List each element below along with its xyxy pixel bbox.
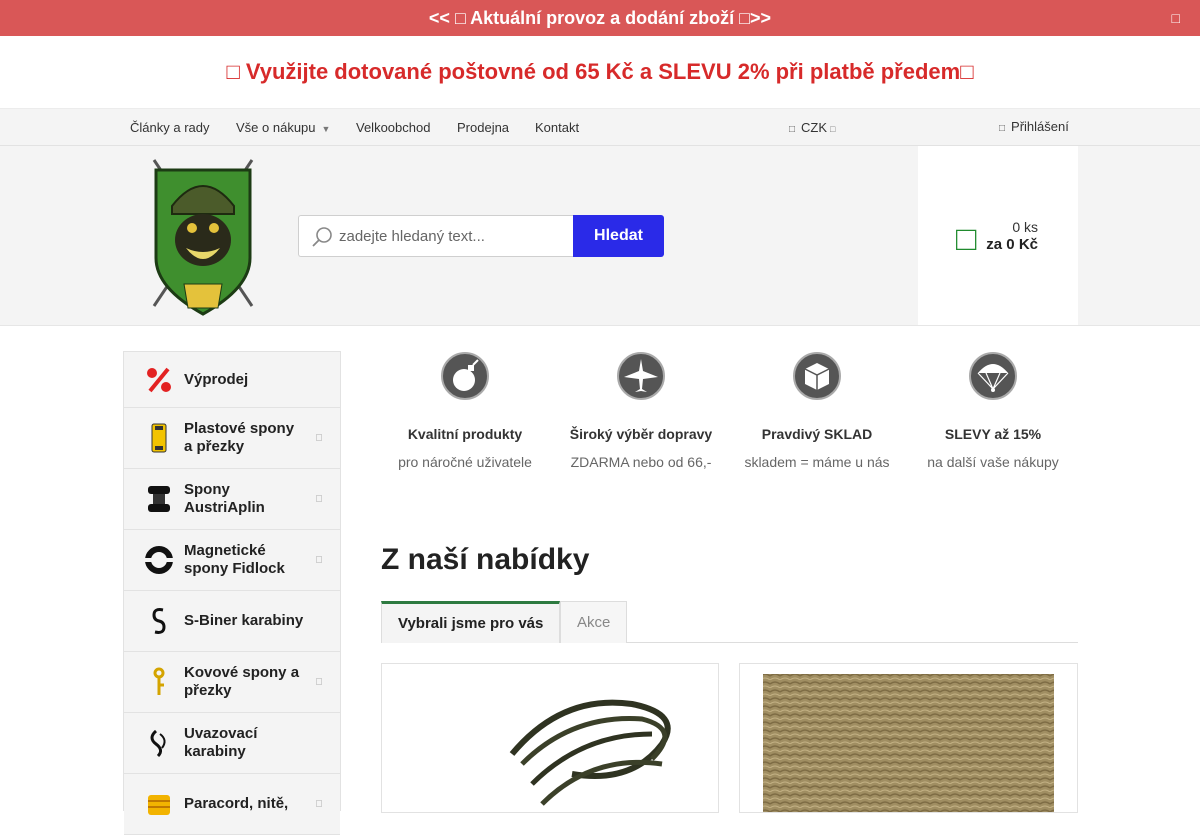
announcement-bar[interactable]: << □ Aktuální provoz a dodání zboží □>> … [0,0,1200,36]
nav-item-contact[interactable]: Kontakt [535,120,579,135]
austrialpin-buckle-icon [144,484,174,514]
benefit-subtitle: skladem = máme u nás [744,454,890,470]
nav-item-articles[interactable]: Články a rady [130,120,209,135]
category-label: Paracord, nitě, [184,795,289,812]
bomb-icon [441,352,489,400]
benefit-quality: Kvalitní produkty pro náročné uživatele [377,351,553,470]
gorilla-logo[interactable] [148,158,258,316]
top-navigation: Články a rady Vše o nákupu ▼ Velkoobchod … [0,108,1200,146]
promo-banner: □ Využijte dotované poštovné od 65 Kč a … [0,36,1200,108]
category-paracord[interactable]: Paracord, nitě, □ [124,774,340,835]
category-metal-buckles[interactable]: Kovové spony a přezky □ [124,652,340,713]
login-link[interactable]: □ Přihlášení [999,119,1069,134]
search-button[interactable]: Hledat [573,215,664,257]
benefits-row: Kvalitní produkty pro náročné uživatele … [381,351,1078,471]
offer-tabs: Vybrali jsme pro vás Akce [381,601,1078,643]
cart-count: 0 ks [1012,219,1038,235]
category-sale[interactable]: Výprodej [124,352,340,408]
search-box [298,215,574,257]
cart-total: za 0 Kč [986,236,1038,253]
metal-buckle-icon [144,667,174,697]
nav-label: Velkoobchod [356,120,431,135]
section-title: Z naší nabídky [381,543,590,576]
user-icon: □ [999,123,1006,134]
buckle-icon [144,423,174,453]
category-fidlock[interactable]: Magnetické spony Fidlock □ [124,530,340,591]
box-icon [793,352,841,400]
category-label: Kovové spony a přezky [184,664,300,699]
product-image-paracord-coil[interactable] [382,664,719,813]
nav-item-wholesale[interactable]: Velkoobchod [356,120,430,135]
chevron-right-icon: □ [315,798,322,810]
login-label: Přihlášení [1011,119,1069,134]
product-card[interactable] [381,663,719,813]
category-label: S-Biner karabiny [184,612,304,629]
announcement-text[interactable]: << □ Aktuální provoz a dodání zboží □>> [429,8,771,29]
chevron-right-icon: □ [315,554,322,566]
nav-item-shopping-info[interactable]: Vše o nákupu ▼ [236,120,330,135]
search-input[interactable] [339,216,571,256]
s-biner-icon [144,606,174,636]
category-austrialpin[interactable]: Spony AustriAplin □ [124,469,340,530]
benefit-subtitle: pro náročné uživatele [398,454,532,470]
chevron-down-icon: □ [830,124,836,134]
paracord-icon [144,789,174,819]
nav-label: Články a rady [130,120,210,135]
site-header: Hledat □ 0 ks za 0 Kč [0,146,1200,326]
nav-label: Vše o nákupu [236,120,316,135]
category-sidebar: Výprodej Plastové spony a přezky □ Spony… [123,351,341,835]
chevron-down-icon: ▼ [321,124,331,134]
tab-sale[interactable]: Akce [560,601,628,643]
category-label: Spony AustriAplin [184,481,265,516]
currency-selector[interactable]: □ CZK □ [789,120,835,135]
benefit-discount: SLEVY až 15% na další vaše nákupy [905,351,1081,470]
product-image-cord-texture[interactable] [740,664,1078,813]
category-s-biner[interactable]: S-Biner karabiny [124,591,340,652]
nav-label: Kontakt [535,120,580,135]
product-card[interactable] [739,663,1078,813]
currency-label: CZK [801,120,828,135]
tab-recommended[interactable]: Vybrali jsme pro vás [381,601,561,643]
magnet-ring-icon [144,545,174,575]
search-icon [312,227,332,247]
benefit-title: Pravdivý SKLAD [761,426,873,442]
chevron-right-icon: □ [315,493,322,505]
category-label: Plastové spony a přezky [184,420,295,455]
category-label: Výprodej [184,370,249,388]
parachute-icon [969,352,1017,400]
promo-text: □ Využijte dotované poštovné od 65 Kč a … [226,59,974,84]
benefit-stock: Pravdivý SKLAD skladem = máme u nás [729,351,905,470]
category-plastic-buckles[interactable]: Plastové spony a přezky □ [124,408,340,469]
benefit-title: SLEVY až 15% [944,426,1042,442]
benefit-title: Kvalitní produkty [407,426,523,442]
airplane-icon [617,352,665,400]
category-tie-carabiners[interactable]: Uvazovací karabiny [124,713,340,774]
benefit-subtitle: na další vaše nákupy [927,454,1059,470]
chevron-right-icon: □ [315,676,322,688]
carabiner-icon [144,728,174,758]
category-label: Uvazovací karabiny [184,725,258,760]
benefit-shipping: Široký výběr dopravy ZDARMA nebo od 66,- [553,351,729,470]
cart-widget[interactable]: □ 0 ks za 0 Kč [918,146,1078,325]
percent-icon [144,365,174,395]
close-icon[interactable]: □ [1172,10,1180,26]
chevron-right-icon: □ [315,432,322,444]
benefit-subtitle: ZDARMA nebo od 66,- [570,454,712,470]
currency-icon: □ [789,124,796,135]
cart-icon: □ [956,220,977,258]
benefit-title: Široký výběr dopravy [569,426,713,442]
nav-item-store[interactable]: Prodejna [457,120,509,135]
nav-label: Prodejna [457,120,510,135]
category-label: Magnetické spony Fidlock [184,542,285,577]
